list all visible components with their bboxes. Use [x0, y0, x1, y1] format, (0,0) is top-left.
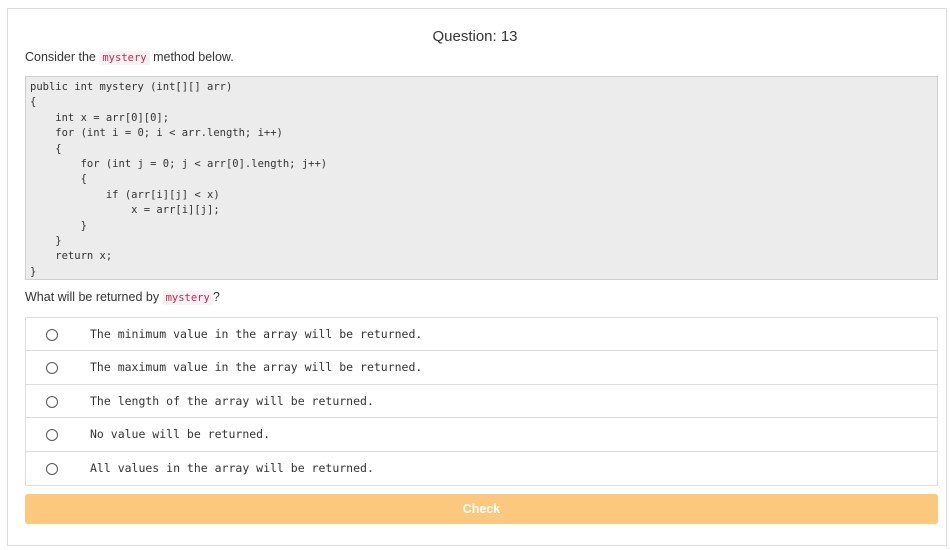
prompt-text-before: Consider the — [25, 50, 100, 64]
question-method-name: mystery — [162, 291, 213, 305]
check-button[interactable]: Check — [25, 494, 938, 524]
radio-button-icon[interactable] — [46, 395, 58, 408]
code-text: public int mystery (int[][] arr) { int x… — [30, 81, 328, 278]
answer-option-label: The maximum value in the array will be r… — [90, 360, 423, 375]
question-text: What will be returned by mystery? — [25, 290, 220, 305]
answer-option-label: All values in the array will be returned… — [90, 460, 374, 475]
question-text-before: What will be returned by — [25, 290, 163, 304]
answer-options: The minimum value in the array will be r… — [25, 317, 938, 486]
answer-option-3[interactable]: The length of the array will be returned… — [26, 385, 937, 419]
answer-option-4[interactable]: No value will be returned. — [26, 418, 937, 452]
prompt-text: Consider the mystery method below. — [25, 50, 234, 65]
radio-button-icon[interactable] — [46, 329, 58, 341]
prompt-text-after: method below. — [149, 50, 234, 64]
radio-button-icon[interactable] — [46, 362, 58, 375]
code-block: public int mystery (int[][] arr) { int x… — [25, 76, 938, 280]
answer-option-label: The length of the array will be returned… — [90, 393, 374, 408]
question-text-after: ? — [212, 290, 220, 304]
question-title: Question: 13 — [432, 28, 518, 45]
radio-button-icon[interactable] — [46, 429, 58, 442]
radio-button-icon[interactable] — [46, 462, 58, 475]
prompt-method-name: mystery — [99, 51, 150, 65]
answer-option-label: The minimum value in the array will be r… — [90, 327, 423, 341]
answer-option-1[interactable]: The minimum value in the array will be r… — [26, 318, 937, 352]
answer-option-2[interactable]: The maximum value in the array will be r… — [26, 351, 937, 385]
answer-option-5[interactable]: All values in the array will be returned… — [26, 452, 937, 485]
answer-option-label: No value will be returned. — [90, 427, 271, 442]
